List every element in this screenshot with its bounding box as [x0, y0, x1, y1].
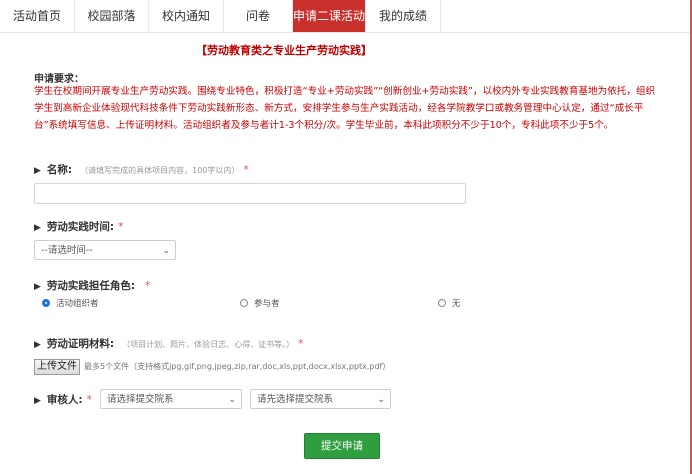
tab-activity-home[interactable]: 活动首页 — [0, 0, 75, 32]
role-option-participant[interactable]: 参与者 — [240, 297, 280, 309]
required-mark: * — [298, 338, 304, 350]
radio-selected-icon[interactable] — [42, 299, 50, 307]
role-field-label-row: ▶ 劳动实践担任角色: * — [34, 278, 150, 293]
role-option-label: 参与者 — [254, 299, 280, 309]
triangle-right-icon: ▶ — [34, 340, 41, 350]
role-option-label: 无 — [452, 299, 461, 309]
requirements-text: 学生在校期间开展专业生产劳动实践。围绕专业特色，积极打造“专业+劳动实践”“创新… — [34, 86, 656, 131]
department-select[interactable]: 请选择提交院系 ⌄ — [100, 389, 242, 409]
required-mark: * — [145, 280, 151, 292]
triangle-right-icon: ▶ — [34, 396, 41, 406]
time-select-value: --请选时间-- — [41, 245, 93, 256]
tab-my-grades[interactable]: 我的成绩 — [366, 0, 441, 32]
submit-application-button[interactable]: 提交申请 — [304, 433, 380, 459]
section-title: 【劳动教育类之专业生产劳动实践】 — [196, 44, 372, 57]
time-label: 劳动实践时间: — [46, 221, 115, 233]
tab-campus-notice[interactable]: 校内通知 — [149, 0, 224, 32]
reviewer-select-value: 请先选择提交院系 — [257, 394, 334, 405]
required-mark: * — [86, 394, 92, 406]
role-label: 劳动实践担任角色: — [46, 280, 136, 292]
required-mark: * — [243, 164, 249, 176]
triangle-right-icon: ▶ — [34, 282, 41, 292]
proof-field-label-row: ▶ 劳动证明材料: （项目计划、照片、体验日志、心得、证书等。） * — [34, 336, 303, 351]
tab-apply-second-class-activity[interactable]: 申请二课活动积 — [293, 0, 366, 55]
top-navigation: 活动首页 校园部落 校内通知 问卷 申请二课活动积 我的成绩 — [0, 0, 692, 55]
proof-hint: （项目计划、照片、体验日志、心得、证书等。） — [122, 340, 295, 349]
name-input[interactable] — [34, 183, 466, 204]
tab-campus-tribe[interactable]: 校园部落 — [75, 0, 149, 32]
role-option-none[interactable]: 无 — [438, 297, 461, 309]
radio-icon[interactable] — [438, 299, 446, 307]
radio-icon[interactable] — [240, 299, 248, 307]
triangle-right-icon: ▶ — [34, 166, 41, 176]
required-mark: * — [118, 221, 124, 233]
time-field-label-row: ▶ 劳动实践时间: * — [34, 219, 123, 234]
tab-questionnaire[interactable]: 问卷 — [224, 0, 293, 32]
triangle-right-icon: ▶ — [34, 223, 41, 233]
chevron-down-icon: ⌄ — [377, 395, 385, 405]
role-option-organizer[interactable]: 活动组织者 — [42, 297, 99, 309]
role-option-label: 活动组织者 — [56, 299, 99, 309]
chevron-down-icon: ⌄ — [162, 246, 170, 256]
upload-hint: 最多5个文件（支持格式jpg,gif,png,jpeg,zip,rar,doc,… — [84, 362, 391, 371]
time-select[interactable]: --请选时间-- ⌄ — [34, 240, 176, 260]
department-select-value: 请选择提交院系 — [107, 394, 174, 405]
reviewer-label: 审核人: — [46, 394, 83, 406]
chevron-down-icon: ⌄ — [228, 395, 236, 405]
name-label: 名称: — [46, 164, 73, 176]
name-hint: （请填写完成的具体项目内容，100字以内） — [80, 166, 240, 175]
proof-label: 劳动证明材料: — [46, 338, 115, 350]
reviewer-select[interactable]: 请先选择提交院系 ⌄ — [250, 389, 391, 409]
reviewer-field-label-row: ▶ 审核人: * — [34, 392, 92, 407]
name-field-label-row: ▶ 名称: （请填写完成的具体项目内容，100字以内） * — [34, 162, 249, 177]
upload-file-button[interactable]: 上传文件 — [34, 359, 80, 375]
